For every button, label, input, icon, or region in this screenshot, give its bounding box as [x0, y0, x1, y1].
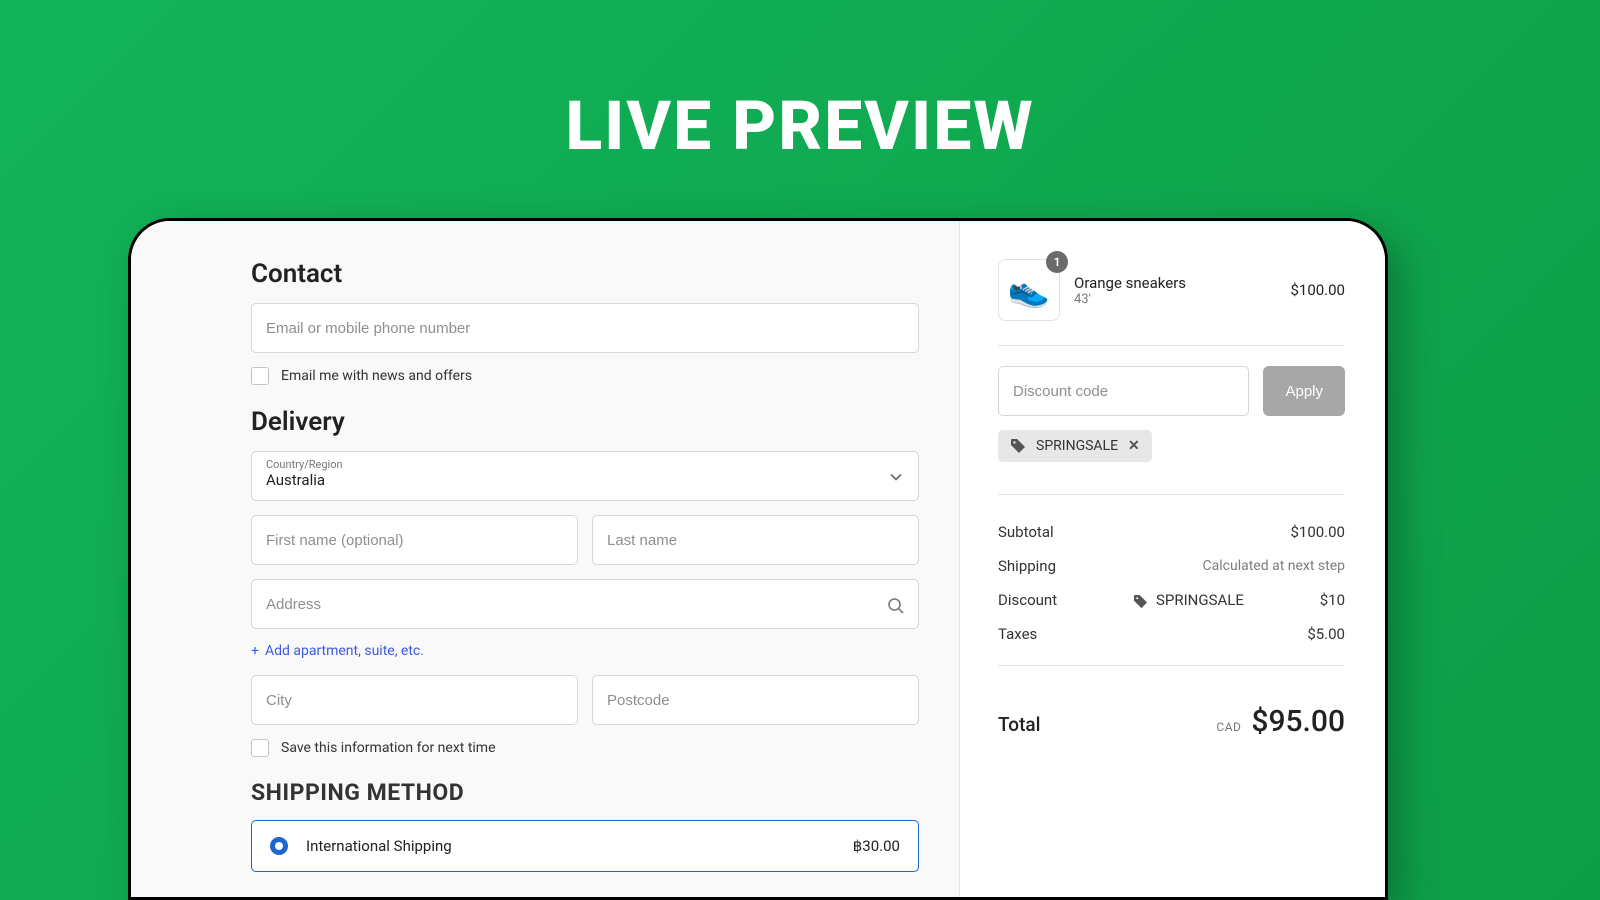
- save-info-row[interactable]: Save this information for next time: [251, 739, 919, 757]
- taxes-value: $5.00: [1307, 625, 1345, 643]
- sneaker-icon: 👟: [1008, 273, 1050, 307]
- total-label: Total: [998, 713, 1040, 736]
- country-label: Country/Region: [266, 458, 904, 471]
- contact-heading: Contact: [251, 259, 919, 289]
- total-row: Total CAD $95.00: [998, 686, 1345, 739]
- discount-code: SPRINGSALE: [1156, 591, 1244, 609]
- cart-item-variant: 43': [1074, 292, 1186, 307]
- news-offers-checkbox[interactable]: [251, 367, 269, 385]
- order-summary: 👟 1 Orange sneakers 43' $100.00 Apply SP…: [960, 221, 1385, 897]
- save-info-checkbox[interactable]: [251, 739, 269, 757]
- shipping-option-price: ฿30.00: [853, 837, 900, 855]
- cart-item-thumbnail: 👟 1: [998, 259, 1060, 321]
- divider: [998, 665, 1345, 666]
- apply-button[interactable]: Apply: [1263, 366, 1345, 416]
- shipping-option[interactable]: International Shipping ฿30.00: [251, 820, 919, 872]
- discount-code-field[interactable]: [998, 366, 1249, 416]
- discount-label: Discount: [998, 591, 1057, 609]
- applied-discount-code: SPRINGSALE: [1036, 438, 1118, 454]
- delivery-heading: Delivery: [251, 407, 919, 437]
- tag-icon: [1010, 438, 1026, 454]
- save-info-label: Save this information for next time: [281, 740, 496, 756]
- subtotal-label: Subtotal: [998, 523, 1054, 541]
- plus-icon: +: [251, 643, 259, 659]
- add-apartment-label: Add apartment, suite, etc.: [265, 643, 424, 659]
- divider: [998, 345, 1345, 346]
- hero-title: LIVE PREVIEW: [0, 0, 1600, 166]
- discount-value: $10: [1320, 591, 1345, 609]
- city-field[interactable]: [251, 675, 578, 725]
- cart-item-price: $100.00: [1290, 281, 1345, 299]
- cart-item: 👟 1 Orange sneakers 43' $100.00: [998, 259, 1345, 321]
- remove-discount-icon[interactable]: ✕: [1128, 438, 1140, 454]
- qty-badge: 1: [1046, 251, 1068, 273]
- shipping-value: Calculated at next step: [1203, 558, 1345, 574]
- divider: [998, 494, 1345, 495]
- taxes-label: Taxes: [998, 625, 1037, 643]
- subtotal-value: $100.00: [1290, 523, 1345, 541]
- shipping-option-name: International Shipping: [306, 837, 452, 855]
- email-field[interactable]: [251, 303, 919, 353]
- country-select[interactable]: Country/Region Australia: [251, 451, 919, 501]
- device-frame: Contact Email me with news and offers De…: [128, 218, 1388, 900]
- tag-icon: [1133, 591, 1148, 609]
- first-name-field[interactable]: [251, 515, 578, 565]
- checkout-layout: Contact Email me with news and offers De…: [131, 221, 1385, 897]
- currency-code: CAD: [1216, 720, 1241, 734]
- shipping-heading: SHIPPING METHOD: [251, 779, 919, 806]
- search-icon: [887, 595, 905, 615]
- applied-discount-tag: SPRINGSALE ✕: [998, 430, 1152, 462]
- shipping-radio[interactable]: [270, 837, 288, 855]
- add-apartment-link[interactable]: + Add apartment, suite, etc.: [251, 643, 919, 659]
- cart-item-name: Orange sneakers: [1074, 274, 1186, 292]
- postcode-field[interactable]: [592, 675, 919, 725]
- price-summary: Subtotal $100.00 Shipping Calculated at …: [998, 515, 1345, 651]
- news-offers-label: Email me with news and offers: [281, 368, 472, 384]
- total-value: $95.00: [1251, 704, 1345, 739]
- last-name-field[interactable]: [592, 515, 919, 565]
- shipping-label: Shipping: [998, 557, 1056, 575]
- news-offers-row[interactable]: Email me with news and offers: [251, 367, 919, 385]
- country-value: Australia: [266, 471, 904, 489]
- chevron-down-icon: [890, 467, 902, 486]
- address-field[interactable]: [251, 579, 919, 629]
- checkout-form: Contact Email me with news and offers De…: [131, 221, 960, 897]
